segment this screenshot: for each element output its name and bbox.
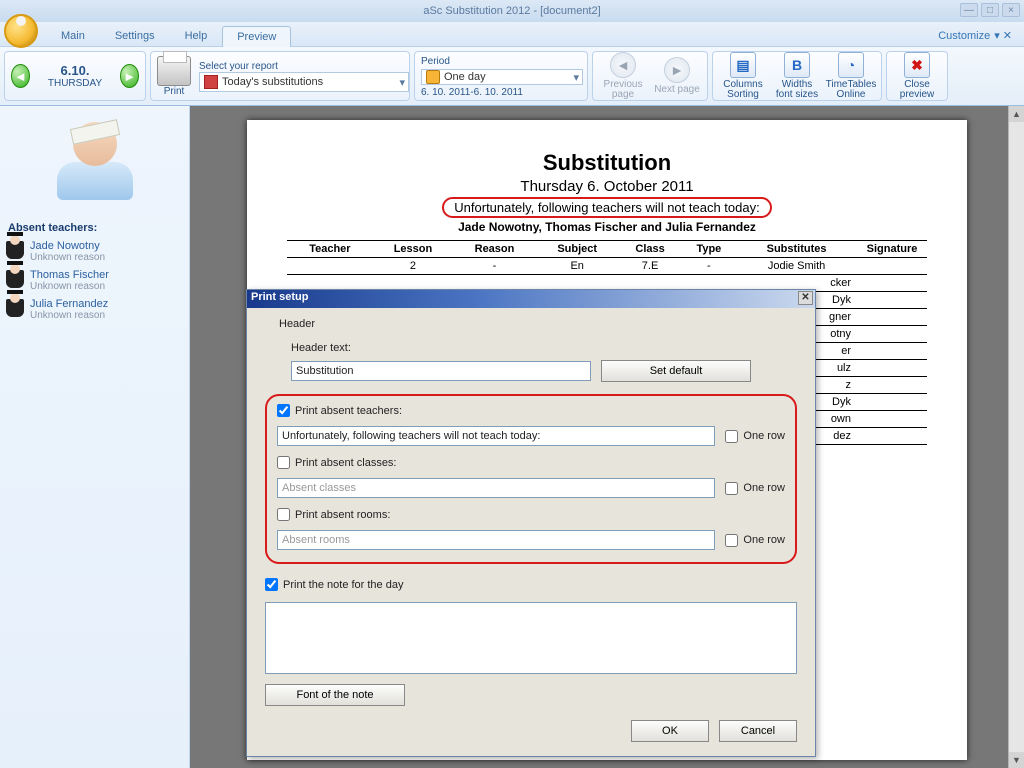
tab-main[interactable]: Main xyxy=(46,25,100,46)
date-nav-group: ◄ 6.10. THURSDAY ► xyxy=(4,51,146,101)
chevron-down-icon: ▾ xyxy=(399,76,405,89)
period-range: 6. 10. 2011-6. 10. 2011 xyxy=(421,87,523,98)
absent-rooms-text-input[interactable] xyxy=(277,530,715,550)
print-setup-dialog: Print setup ✕ Header Header text: Set de… xyxy=(246,289,816,757)
prev-page-button[interactable]: ◄ Previous page xyxy=(599,52,647,100)
period-group: Period One day ▾ 6. 10. 2011-6. 10. 2011 xyxy=(414,51,588,101)
col-signature: Signature xyxy=(857,241,927,258)
current-date: 6.10. THURSDAY xyxy=(48,63,102,89)
close-preview-button[interactable]: ✖ Close preview xyxy=(893,52,941,100)
print-absent-rooms-checkbox[interactable]: Print absent rooms: xyxy=(277,508,390,521)
report-icon xyxy=(204,75,218,89)
cancel-button[interactable]: Cancel xyxy=(719,720,797,742)
calendar-icon xyxy=(426,70,440,84)
sidebar: Absent teachers: Jade NowotnyUnknown rea… xyxy=(0,106,190,768)
teacher-icon xyxy=(6,299,24,317)
timetables-online-button[interactable]: ◔ TimeTables Online xyxy=(827,52,875,100)
select-report-label: Select your report xyxy=(199,61,409,72)
col-substitutes: Substitutes xyxy=(736,241,857,258)
ribbon: ◄ 6.10. THURSDAY ► Print Select your rep… xyxy=(0,46,1024,106)
print-absent-teachers-checkbox[interactable]: Print absent teachers: xyxy=(277,404,402,417)
ok-button[interactable]: OK xyxy=(631,720,709,742)
absent-teacher-item[interactable]: Julia FernandezUnknown reason xyxy=(6,298,183,321)
absent-teacher-item[interactable]: Thomas FischerUnknown reason xyxy=(6,269,183,292)
one-row-classes-checkbox[interactable]: One row xyxy=(725,482,785,495)
prev-day-button[interactable]: ◄ xyxy=(11,64,30,88)
report-title: Substitution xyxy=(287,150,927,176)
print-absent-classes-checkbox[interactable]: Print absent classes: xyxy=(277,456,397,469)
dialog-close-button[interactable]: ✕ xyxy=(798,291,813,305)
absent-classes-text-input[interactable] xyxy=(277,478,715,498)
period-combo[interactable]: One day ▾ xyxy=(421,69,583,85)
absent-options-highlight: Print absent teachers: One row Print abs… xyxy=(265,394,797,564)
absent-avatar-icon xyxy=(55,122,135,202)
header-text-input[interactable] xyxy=(291,361,591,381)
tab-help[interactable]: Help xyxy=(170,25,223,46)
absent-teachers-names: Jade Nowotny, Thomas Fischer and Julia F… xyxy=(287,220,927,234)
absent-teachers-line: Unfortunately, following teachers will n… xyxy=(442,197,771,218)
clock-icon: ◔ xyxy=(838,52,864,78)
arrow-left-icon: ◄ xyxy=(610,52,636,78)
app-title: aSc Substitution 2012 - [document2] xyxy=(423,5,600,17)
close-window-button[interactable]: × xyxy=(1002,3,1020,17)
teacher-icon xyxy=(6,241,24,259)
menu-bar: Main Settings Help Preview Customize▾ ✕ xyxy=(0,22,1024,46)
table-row: 2 - En 7.E - Jodie Smith xyxy=(287,258,927,275)
absent-teachers-text-input[interactable] xyxy=(277,426,715,446)
print-note-checkbox[interactable]: Print the note for the day xyxy=(265,578,403,591)
chevron-down-icon: ▾ ✕ xyxy=(994,29,1012,42)
absent-teachers-header: Absent teachers: xyxy=(8,222,183,234)
close-icon: ✖ xyxy=(904,52,930,78)
minimize-button[interactable]: — xyxy=(960,3,978,17)
tab-preview[interactable]: Preview xyxy=(222,26,291,47)
report-combo[interactable]: Today's substitutions ▾ xyxy=(199,72,409,92)
col-type: Type xyxy=(682,241,737,258)
dialog-title: Print setup ✕ xyxy=(247,290,815,308)
scroll-down-button[interactable]: ▼ xyxy=(1009,752,1024,768)
next-page-button[interactable]: ► Next page xyxy=(653,57,701,95)
header-group-label: Header xyxy=(279,318,797,330)
close-group: ✖ Close preview xyxy=(886,51,948,101)
col-teacher: Teacher xyxy=(287,241,373,258)
next-day-button[interactable]: ► xyxy=(120,64,139,88)
chevron-down-icon: ▾ xyxy=(573,71,579,84)
tools-group: ▤ Columns Sorting B Widths font sizes ◔ … xyxy=(712,51,882,101)
period-label: Period xyxy=(421,56,450,67)
customize-menu[interactable]: Customize▾ ✕ xyxy=(930,25,1020,46)
note-textarea[interactable] xyxy=(265,602,797,674)
absent-teacher-item[interactable]: Jade NowotnyUnknown reason xyxy=(6,240,183,263)
report-date: Thursday 6. October 2011 xyxy=(287,178,927,195)
font-of-note-button[interactable]: Font of the note xyxy=(265,684,405,706)
col-reason: Reason xyxy=(453,241,536,258)
columns-sorting-button[interactable]: ▤ Columns Sorting xyxy=(719,52,767,100)
col-class: Class xyxy=(619,241,682,258)
widths-fonts-button[interactable]: B Widths font sizes xyxy=(773,52,821,100)
printer-icon[interactable] xyxy=(157,56,191,86)
set-default-button[interactable]: Set default xyxy=(601,360,751,382)
col-subject: Subject xyxy=(536,241,619,258)
col-lesson: Lesson xyxy=(373,241,453,258)
teacher-icon xyxy=(6,270,24,288)
scroll-up-button[interactable]: ▲ xyxy=(1009,106,1024,122)
width-icon: B xyxy=(784,52,810,78)
one-row-teachers-checkbox[interactable]: One row xyxy=(725,430,785,443)
page-nav-group: ◄ Previous page ► Next page xyxy=(592,51,708,101)
title-bar: aSc Substitution 2012 - [document2] — □ … xyxy=(0,0,1024,22)
maximize-button[interactable]: □ xyxy=(981,3,999,17)
tab-settings[interactable]: Settings xyxy=(100,25,170,46)
print-group: Print Select your report Today's substit… xyxy=(150,51,410,101)
columns-icon: ▤ xyxy=(730,52,756,78)
vertical-scrollbar[interactable]: ▲ ▼ xyxy=(1008,106,1024,768)
header-text-label: Header text: xyxy=(291,342,797,354)
arrow-right-icon: ► xyxy=(664,57,690,83)
one-row-rooms-checkbox[interactable]: One row xyxy=(725,534,785,547)
print-label: Print xyxy=(157,86,191,97)
app-logo-icon xyxy=(4,14,38,48)
